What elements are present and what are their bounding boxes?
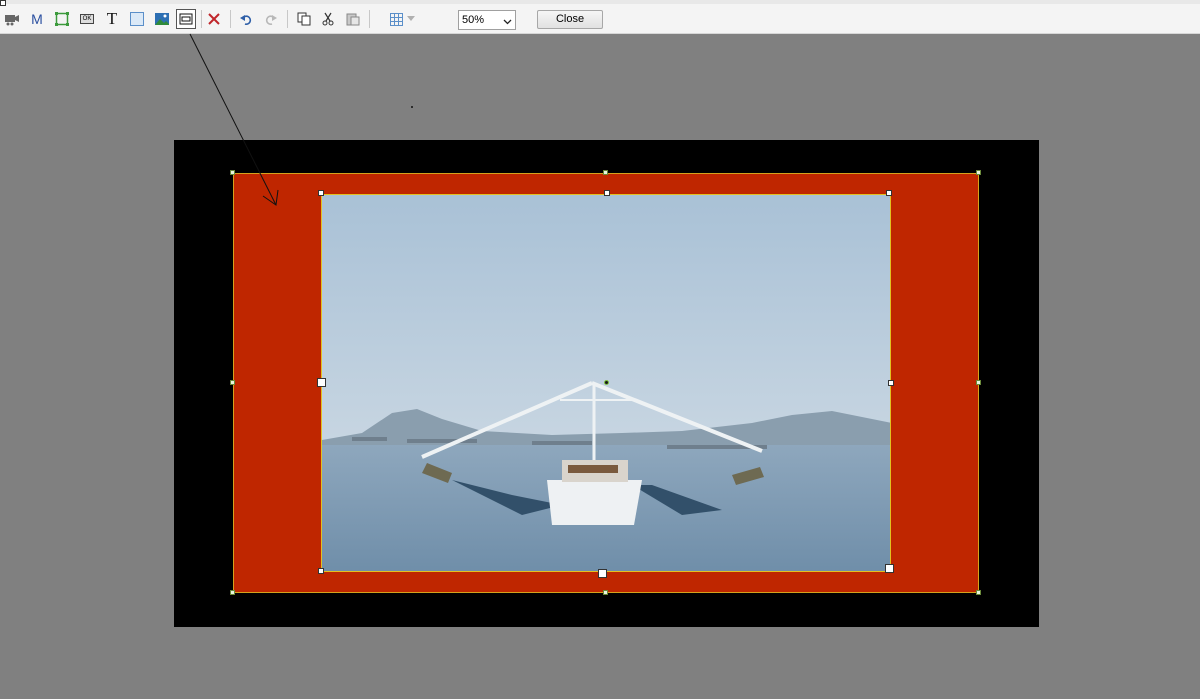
photo-resize-handle[interactable] (318, 568, 324, 574)
blank-frame-icon[interactable] (127, 9, 147, 29)
grid-dropdown-chevron-icon[interactable] (405, 9, 417, 29)
copy-icon[interactable] (294, 9, 314, 29)
close-button[interactable]: Close (537, 10, 603, 29)
toolbar-separator (230, 10, 231, 28)
zoom-select[interactable]: 50% (458, 10, 516, 30)
photo-resize-handle[interactable] (604, 190, 610, 196)
photo-resize-handle[interactable] (598, 569, 607, 578)
undo-icon[interactable] (236, 9, 256, 29)
toolbar-separator (369, 10, 370, 28)
photo-resize-handle[interactable] (885, 564, 894, 573)
photo-resize-handle[interactable] (886, 190, 892, 196)
outer-selection-handle[interactable] (230, 380, 235, 385)
toolbar: M OK T 50% Close (0, 0, 1200, 34)
m-letter-icon[interactable]: M (27, 9, 47, 29)
outer-selection-handle[interactable] (976, 590, 981, 595)
photo-resize-handle[interactable] (317, 378, 326, 387)
delete-x-icon[interactable] (204, 9, 224, 29)
rotation-handle[interactable] (604, 380, 609, 385)
toolbar-separator (287, 10, 288, 28)
rectangle-select-icon[interactable] (52, 9, 72, 29)
paste-icon[interactable] (343, 9, 363, 29)
photo-resize-handle[interactable] (318, 190, 324, 196)
cut-icon[interactable] (318, 9, 338, 29)
redo-icon[interactable] (261, 9, 281, 29)
grid-icon[interactable] (386, 9, 406, 29)
window-corner-handle[interactable] (0, 0, 6, 6)
outer-selection-handle[interactable] (603, 590, 608, 595)
chevron-down-icon (503, 14, 512, 32)
outer-selection-handle[interactable] (230, 170, 235, 175)
outer-selection-handle[interactable] (230, 590, 235, 595)
box-border-icon[interactable] (176, 9, 196, 29)
ok-button-icon[interactable]: OK (77, 9, 97, 29)
outer-selection-handle[interactable] (976, 380, 981, 385)
toolbar-top-strip (0, 0, 1200, 4)
photo-resize-handle[interactable] (888, 380, 894, 386)
text-tool-icon[interactable]: T (102, 9, 122, 29)
camera-icon[interactable] (2, 9, 22, 29)
image-landscape-icon[interactable] (152, 9, 172, 29)
toolbar-separator (201, 10, 202, 28)
outer-selection-handle[interactable] (603, 170, 608, 175)
outer-selection-handle[interactable] (976, 170, 981, 175)
